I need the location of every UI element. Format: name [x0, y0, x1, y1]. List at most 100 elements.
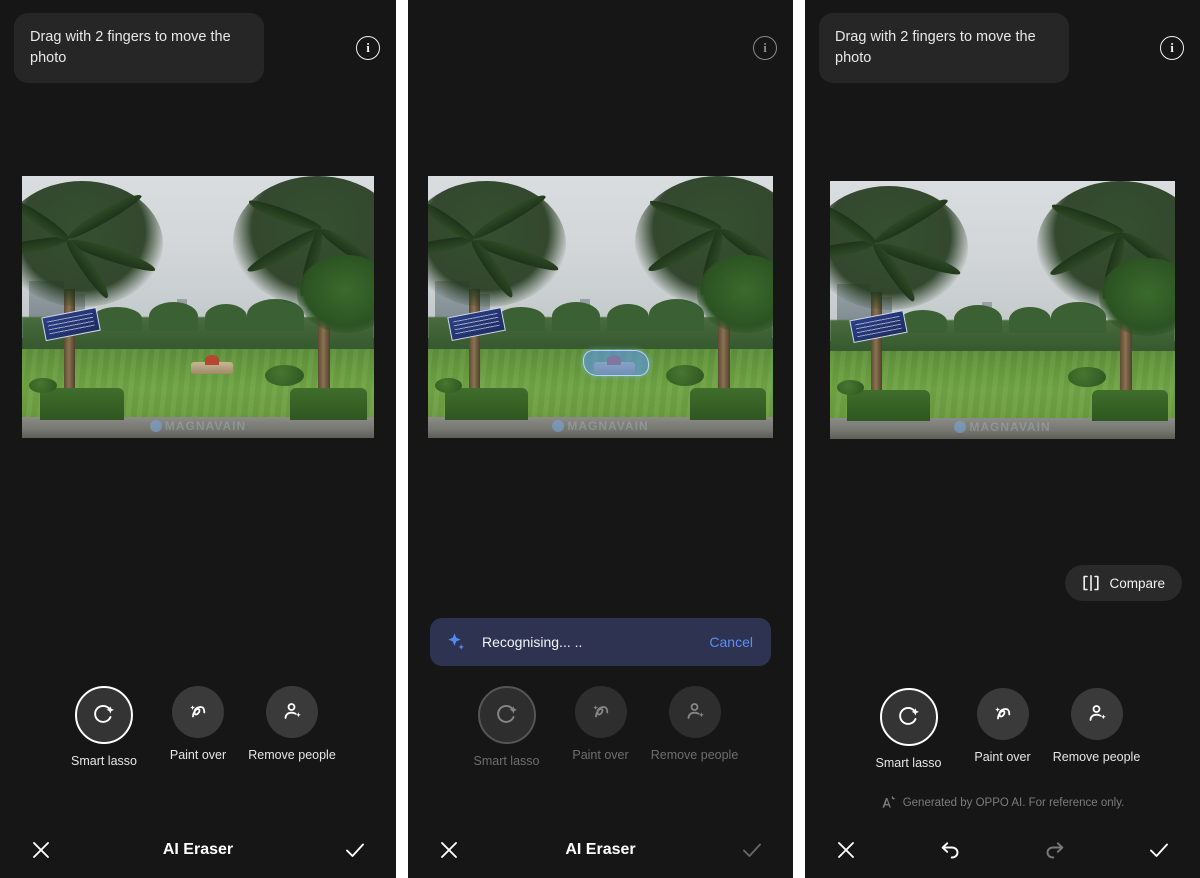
close-icon[interactable] — [833, 837, 859, 863]
tool-paint-over[interactable]: Paint over — [165, 686, 231, 768]
compare-button[interactable]: Compare — [1065, 565, 1182, 601]
tool-paint-over: Paint over — [568, 686, 634, 768]
paint-over-icon — [190, 705, 206, 718]
photo-canvas[interactable]: MAGNAVAIN — [22, 176, 374, 438]
photo-watermark: MAGNAVAIN — [428, 414, 773, 438]
panel-divider-2 — [793, 0, 805, 878]
paint-over-icon — [994, 707, 1010, 720]
tool-smart-lasso-label: Smart lasso — [473, 754, 540, 768]
paint-over-icon — [592, 705, 608, 718]
tool-remove-people[interactable]: Remove people — [248, 686, 336, 768]
photo-horizon-bump-1 — [552, 301, 601, 331]
tool-remove-people-label: Remove people — [1052, 750, 1141, 764]
compare-label: Compare — [1109, 575, 1165, 591]
panel-divider-1 — [396, 0, 408, 878]
tool-paint-over-circle[interactable] — [976, 688, 1029, 740]
photo-watermark: MAGNAVAIN — [830, 416, 1175, 439]
info-icon[interactable]: i — [356, 36, 380, 60]
tool-smart-lasso-circle[interactable] — [75, 686, 133, 744]
watermark-text: MAGNAVAIN — [969, 420, 1051, 435]
tool-remove-people-circle[interactable] — [266, 686, 318, 738]
ai-disclaimer-text: Generated by OPPO AI. For reference only… — [902, 796, 1125, 809]
tool-paint-over-label: Paint over — [169, 748, 227, 762]
tool-smart-lasso[interactable]: Smart lasso — [71, 686, 137, 768]
smart-lasso-icon — [94, 704, 114, 723]
check-icon — [739, 837, 765, 863]
drag-hint-tooltip: Drag with 2 fingers to move the photo — [14, 12, 264, 84]
tool-smart-lasso-circle[interactable] — [879, 688, 938, 746]
panel1-photo-area: MAGNAVAIN — [0, 176, 396, 438]
panel1-header: Drag with 2 fingers to move the photo i — [0, 0, 396, 96]
tool-remove-people-label: Remove people — [248, 748, 336, 762]
photo-horizon-bump-1 — [148, 301, 198, 331]
tool-remove-people[interactable]: Remove people — [1053, 688, 1140, 770]
photo-canvas[interactable]: MAGNAVAIN — [830, 181, 1175, 439]
watermark-dot-icon — [954, 421, 967, 434]
panel-result: Drag with 2 fingers to move the photo i — [805, 0, 1200, 878]
remove-people-icon — [1089, 705, 1106, 721]
photo-horizon-bump-2 — [205, 304, 248, 331]
smart-lasso-icon — [496, 704, 517, 723]
sparkle-icon — [448, 633, 464, 650]
panel3-tool-strip: Smart lasso Paint over Remove people — [805, 688, 1200, 770]
tool-smart-lasso-label: Smart lasso — [875, 756, 942, 770]
page-title: AI Eraser — [162, 841, 234, 858]
redo-icon — [1042, 837, 1068, 863]
compare-split-icon — [1083, 575, 1100, 591]
close-icon[interactable] — [436, 837, 462, 863]
ai-sparkle-icon — [882, 796, 896, 808]
tool-remove-people: Remove people — [651, 686, 738, 768]
watermark-text: MAGNAVAIN — [567, 419, 649, 434]
cancel-button[interactable]: Cancel — [709, 634, 753, 650]
close-icon[interactable] — [28, 837, 54, 863]
recognising-label: Recognising... .. — [482, 634, 583, 650]
photo-bush-right — [666, 364, 704, 386]
watermark-text: MAGNAVAIN — [164, 419, 247, 434]
tool-remove-people-circle — [668, 686, 721, 738]
photo-horizon-bump-2 — [607, 304, 649, 331]
drag-hint-tooltip: Drag with 2 fingers to move the photo — [819, 12, 1069, 84]
tool-smart-lasso-circle — [477, 686, 536, 744]
panel-tool-selection: Drag with 2 fingers to move the photo i — [0, 0, 396, 878]
photo-horizon-bump-2 — [1009, 307, 1051, 334]
tool-remove-people-circle[interactable] — [1070, 688, 1123, 740]
photo-horizon-bump-1 — [954, 304, 1003, 334]
photo-bush-right — [264, 364, 304, 386]
tool-remove-people-label: Remove people — [650, 748, 739, 762]
panel2-photo-area: MAGNAVAIN — [408, 176, 793, 438]
panel-processing: Drag with 2 fingers to move the photo i — [408, 0, 793, 878]
watermark-dot-icon — [149, 420, 162, 433]
panel1-tool-strip: Smart lasso Paint over Remove people — [0, 686, 396, 768]
selection-overlay — [583, 350, 649, 377]
panel3-header: Drag with 2 fingers to move the photo i — [805, 0, 1200, 96]
tool-paint-over[interactable]: Paint over — [970, 688, 1036, 770]
screenshot-triptych: Drag with 2 fingers to move the photo i — [0, 0, 1200, 878]
tool-smart-lasso-label: Smart lasso — [71, 754, 137, 768]
panel2-tool-strip: Smart lasso Paint over Remove people — [408, 686, 793, 768]
tool-smart-lasso: Smart lasso — [474, 686, 540, 768]
smart-lasso-icon — [898, 706, 919, 725]
info-icon[interactable]: i — [1160, 36, 1184, 60]
panel2-bottom-bar: AI Eraser — [408, 822, 793, 878]
tool-smart-lasso[interactable]: Smart lasso — [876, 688, 942, 770]
watermark-dot-icon — [552, 420, 565, 433]
tool-paint-over-label: Paint over — [974, 750, 1031, 764]
panel1-bottom-bar: AI Eraser — [0, 822, 396, 878]
check-icon[interactable] — [1146, 837, 1172, 863]
undo-icon[interactable] — [937, 837, 963, 863]
panel3-bottom-nav — [805, 822, 1200, 878]
photo-canvas[interactable]: MAGNAVAIN — [428, 176, 773, 438]
remove-people-icon — [284, 703, 301, 719]
ai-disclaimer: Generated by OPPO AI. For reference only… — [805, 795, 1200, 810]
panel2-header: Drag with 2 fingers to move the photo i — [408, 0, 793, 96]
photo-watermark: MAGNAVAIN — [22, 414, 374, 438]
info-icon[interactable]: i — [753, 36, 777, 60]
photo-lawn-object-top — [205, 355, 220, 365]
recognising-banner: Recognising... .. Cancel — [430, 618, 771, 666]
tool-paint-over-circle[interactable] — [172, 686, 224, 738]
remove-people-icon — [687, 703, 704, 719]
tool-paint-over-label: Paint over — [572, 748, 629, 762]
check-icon[interactable] — [342, 837, 368, 863]
panel3-photo-area: MAGNAVAIN — [805, 181, 1200, 439]
page-title: AI Eraser — [565, 841, 636, 858]
